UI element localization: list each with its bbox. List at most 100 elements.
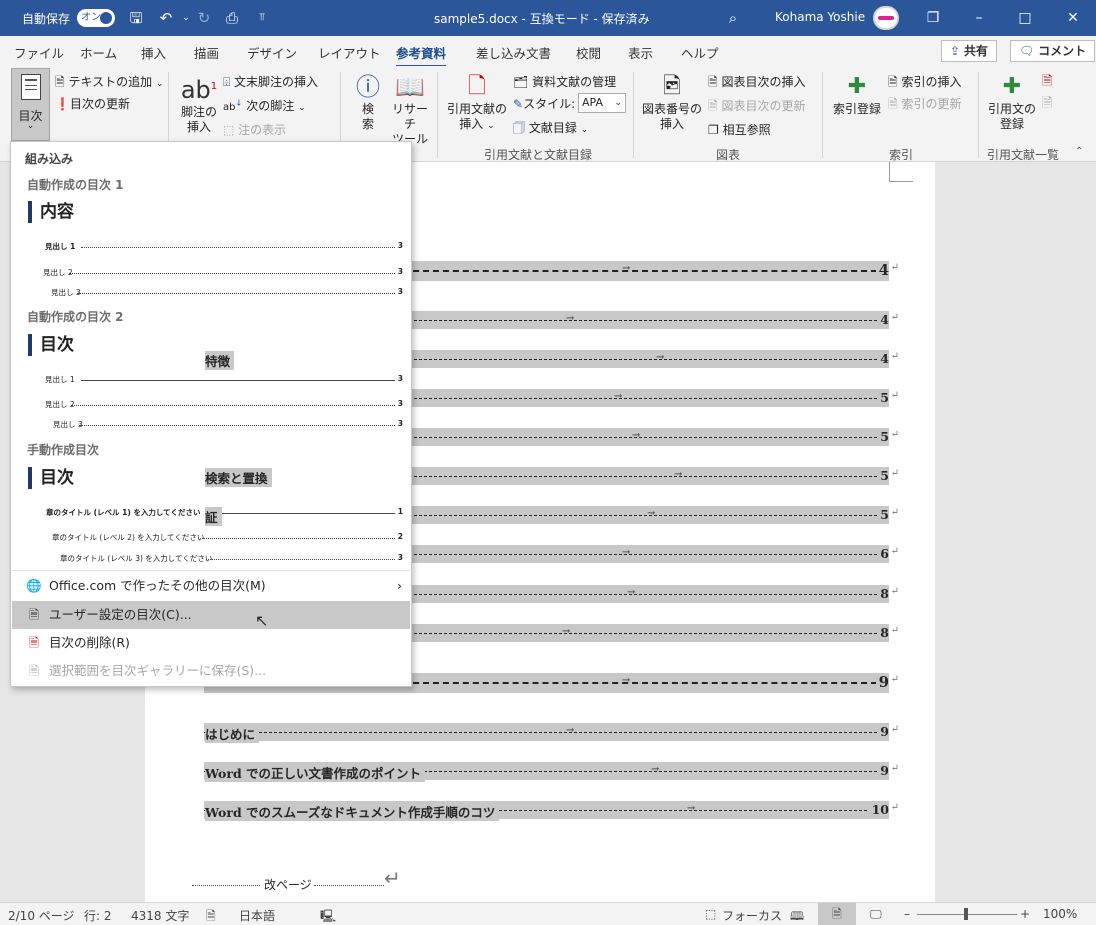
mark-citation-icon: ✚: [1002, 74, 1022, 99]
auto2-heading: 目次: [28, 334, 74, 356]
insert-tof-button[interactable]: 🗎 図表目次の挿入: [708, 73, 806, 94]
tab-arrow-icon: →: [651, 764, 660, 775]
paragraph-mark-icon: ↵: [890, 262, 899, 273]
insert-caption-label-1: 図表番号の: [641, 102, 702, 116]
tab-review[interactable]: 校閲: [576, 43, 601, 62]
add-text-button[interactable]: 🗎 テキストの追加 ⌄: [55, 73, 164, 94]
avatar[interactable]: [873, 6, 899, 30]
update-toc-icon: ❗: [55, 97, 70, 111]
tab-view[interactable]: 表示: [628, 43, 653, 62]
search-icon[interactable]: ⌕: [723, 8, 743, 28]
maximize-button[interactable]: □: [1002, 0, 1048, 36]
redo-icon[interactable]: ↻: [194, 8, 214, 28]
tab-insert[interactable]: 挿入: [141, 43, 166, 62]
update-tof-button[interactable]: 🗎 図表目次の更新: [708, 97, 806, 118]
language[interactable]: 日本語: [239, 907, 275, 924]
paragraph-mark-icon: ↵: [890, 507, 899, 518]
toc-page-number: 5: [877, 468, 889, 483]
web-layout-icon[interactable]: 🖵: [870, 907, 882, 922]
next-footnote-label: 次の脚注: [246, 99, 295, 113]
tab-mailings[interactable]: 差し込み文書: [476, 43, 551, 62]
update-toc-button[interactable]: ❗目次の更新: [55, 95, 130, 112]
autosave-toggle[interactable]: オン: [77, 9, 115, 27]
bibliography-button[interactable]: 🗍 文献目録 ⌄: [513, 119, 588, 140]
cross-reference-label: 相互参照: [722, 123, 771, 137]
tab-help[interactable]: ヘルプ: [681, 43, 719, 62]
tab-layout[interactable]: レイアウト: [318, 43, 381, 62]
close-button[interactable]: ✕: [1050, 0, 1096, 36]
accessibility-icon[interactable]: 🖳: [320, 907, 336, 925]
manage-sources-button[interactable]: 🗂 資料文献の管理: [513, 73, 616, 90]
endnote-icon: ⌹: [223, 75, 231, 89]
share-label: 共有: [963, 44, 988, 58]
style-select[interactable]: APA ⌄: [578, 93, 626, 113]
paragraph-mark-icon: ↵: [890, 312, 899, 323]
remove-toc-menu-item[interactable]: 🗎 目次の削除(R): [12, 629, 410, 657]
tab-home[interactable]: ホーム: [80, 43, 117, 62]
save-icon[interactable]: 🖫: [126, 8, 146, 28]
save-to-gallery-menu-item[interactable]: 🗎 選択範囲を目次ギャラリーに保存(S)...: [12, 657, 410, 685]
mark-citation-button[interactable]: ✚ 引用文の 登録: [985, 72, 1039, 132]
tab-draw[interactable]: 描画: [194, 43, 219, 62]
word-count[interactable]: 4318 文字: [131, 907, 189, 924]
proofing-icon[interactable]: 🗎: [206, 907, 216, 925]
ribbon-display-icon[interactable]: ❐: [910, 0, 956, 36]
page-count[interactable]: 2/10 ページ: [8, 907, 75, 924]
word-window: 自動保存 オン 🖫 ↶ ⌄ ↻ ⎙ ⫪ sample5.docx - 互換モード…: [0, 0, 1096, 925]
zoom-slider-thumb[interactable]: [964, 908, 968, 920]
next-footnote-button[interactable]: ab↓ 次の脚注 ⌄: [223, 97, 306, 114]
read-mode-icon[interactable]: 🕮: [790, 907, 804, 925]
cross-reference-button[interactable]: ❐ 相互参照: [708, 121, 771, 138]
customize-qat-icon[interactable]: ⫪: [252, 8, 272, 28]
toc-entry[interactable]: はじめに → 9 ↵: [204, 723, 899, 743]
insert-citation-button[interactable]: 🗋 引用文献の 挿入 ⌄: [445, 72, 509, 134]
toc-entry[interactable]: Word でのスムーズなドキュメント作成手順のコツ → 10 ↵: [204, 801, 899, 821]
insert-index-icon: 🗎: [888, 75, 898, 89]
undo-icon[interactable]: ↶: [156, 8, 176, 28]
update-index-button[interactable]: 🗎 索引の更新: [888, 95, 962, 116]
toc-gallery-manual[interactable]: 手動作成目次 目次 章のタイトル (レベル 1) を入力してください 1 章のタイ…: [12, 434, 410, 564]
focus-icon[interactable]: ⬚: [705, 907, 716, 921]
print-preview-icon[interactable]: ⎙: [222, 8, 242, 28]
more-toc-office-menu-item[interactable]: 🌐 Office.com で作ったその他の目次(M) ›: [12, 572, 410, 600]
minimize-button[interactable]: –: [956, 0, 1002, 36]
update-toa-icon[interactable]: 🗎: [1042, 94, 1052, 116]
researcher-icon: 📖: [395, 73, 425, 101]
comments-button[interactable]: 🗨 コメント: [1010, 40, 1096, 62]
chevron-down-icon: ⌄: [298, 103, 306, 113]
share-button[interactable]: ⇪ 共有: [941, 40, 997, 62]
paragraph-mark-icon: ↵: [890, 468, 899, 479]
tab-file[interactable]: ファイル: [14, 43, 64, 62]
insert-index-button[interactable]: 🗎 索引の挿入: [888, 73, 962, 94]
show-notes-button[interactable]: ⬚ 注の表示: [223, 121, 286, 138]
document-title: sample5.docx - 互換モード - 保存済み: [434, 12, 650, 26]
zoom-level[interactable]: 100%: [1043, 907, 1077, 921]
insert-endnote-button[interactable]: ⌹ 文末脚注の挿入: [223, 73, 318, 90]
zoom-out-button[interactable]: –: [904, 907, 910, 921]
undo-dropdown-icon[interactable]: ⌄: [176, 8, 196, 28]
collapse-ribbon-icon[interactable]: ⌃: [1075, 146, 1083, 157]
insert-caption-button[interactable]: 🖻 図表番号の 挿入: [640, 72, 704, 132]
tab-design[interactable]: デザイン: [247, 43, 297, 62]
researcher-button[interactable]: 📖 リサーチ ツール: [388, 72, 432, 147]
focus-mode-label[interactable]: フォーカス: [722, 907, 782, 924]
custom-toc-menu-item[interactable]: 🗎 ユーザー設定の目次(C)... ↖: [12, 601, 410, 630]
toc-button[interactable]: 目次 ⌄: [11, 68, 50, 141]
manage-sources-label: 資料文献の管理: [532, 75, 617, 89]
mark-entry-label: 索引登録: [832, 102, 881, 116]
insert-citation-label-2: 挿入: [459, 117, 484, 131]
zoom-in-button[interactable]: +: [1020, 907, 1030, 921]
preview-line: 見出し 13: [45, 374, 403, 384]
tab-references[interactable]: 参考資料: [396, 43, 447, 68]
user-name[interactable]: Kohama Yoshie: [775, 10, 865, 24]
search-button[interactable]: ⓘ 検 索: [349, 72, 387, 132]
toc-entry-label: はじめに: [205, 724, 260, 743]
mark-entry-icon: ✚: [847, 74, 867, 99]
mark-entry-button[interactable]: ✚ 索引登録: [830, 72, 884, 117]
insert-footnote-button[interactable]: ab1 脚注の 挿入: [176, 72, 222, 135]
toc-entry[interactable]: Word での正しい文書作成のポイント → 9 ↵: [204, 762, 899, 782]
print-layout-icon[interactable]: 🗎: [818, 903, 856, 925]
insert-toa-icon[interactable]: 🗎: [1042, 72, 1052, 94]
toc-gallery-auto1[interactable]: 自動作成の目次 1 内容 見出し 13 見出し 23 見出し 33: [12, 168, 410, 297]
paragraph-mark-icon: ↵: [890, 724, 899, 735]
